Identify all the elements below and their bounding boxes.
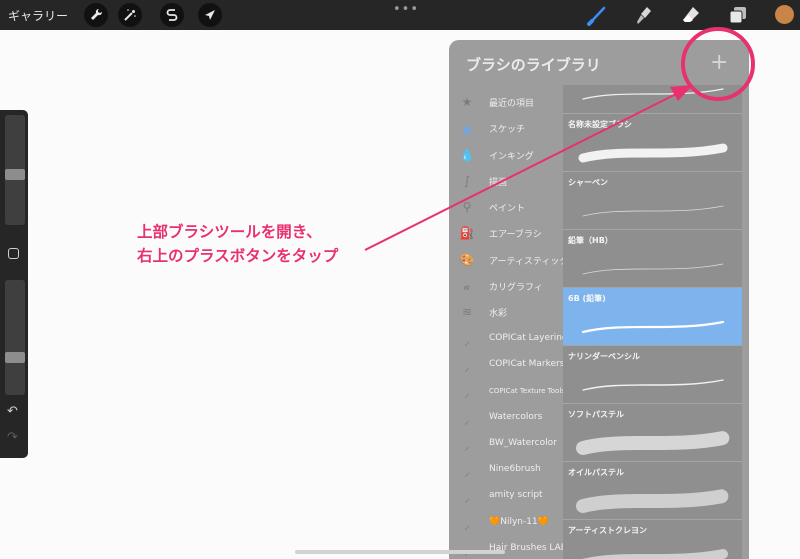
annotation-circle [681, 27, 755, 101]
annotation-line-1: 上部ブラシツールを開き、 [137, 223, 322, 241]
annotation-arrow-line [364, 91, 681, 251]
home-indicator [295, 550, 505, 554]
annotation-overlay [364, 27, 755, 251]
annotation-line-2: 右上のプラスボタンをタップ [137, 247, 339, 265]
annotation-text: 上部ブラシツールを開き、 右上のプラスボタンをタップ [137, 220, 338, 268]
